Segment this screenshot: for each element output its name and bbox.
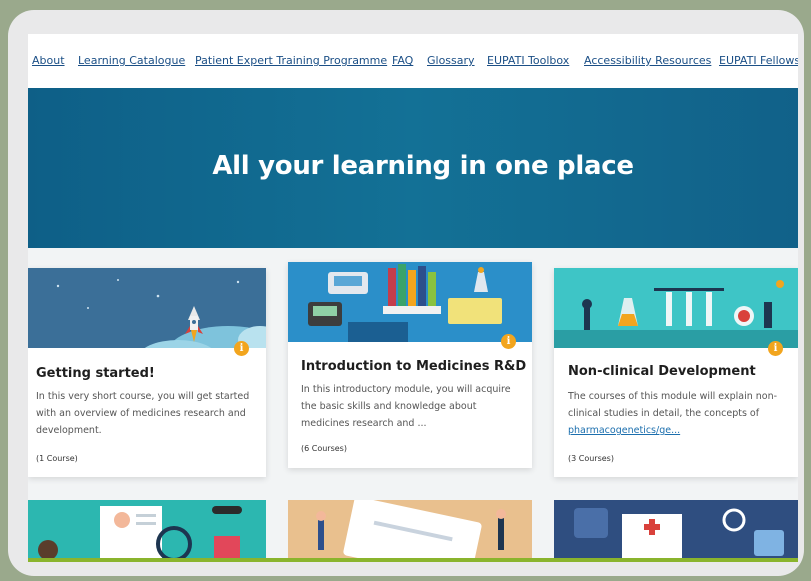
lab-equipment-illustration (288, 262, 532, 342)
card-title: Getting started! (36, 366, 155, 381)
health-records-illustration (28, 500, 266, 562)
browser-viewport: About Learning Catalogue Patient Expert … (28, 34, 798, 562)
medical-devices-illustration (554, 500, 798, 562)
card-title: Non-clinical Development (568, 364, 756, 379)
nav-link-faq[interactable]: FAQ (392, 54, 413, 67)
laboratory-illustration (554, 268, 798, 348)
nav-link-eupati-toolbox[interactable]: EUPATI Toolbox (487, 54, 569, 67)
card-description: In this very short course, you will get … (36, 391, 250, 436)
info-icon[interactable]: i (234, 341, 249, 356)
card-title: Introduction to Medicines R&D (301, 359, 527, 374)
card-course-count: (3 Courses) (568, 454, 614, 463)
hero-banner: All your learning in one place (28, 88, 798, 248)
course-card-non-clinical[interactable]: i Non-clinical Development The courses o… (554, 268, 798, 477)
rocket-illustration (28, 268, 266, 348)
top-nav: About Learning Catalogue Patient Expert … (28, 34, 798, 88)
card-description: The courses of this module will explain … (568, 391, 778, 436)
info-icon[interactable]: i (768, 341, 783, 356)
info-icon[interactable]: i (501, 334, 516, 349)
nav-link-learning-catalogue[interactable]: Learning Catalogue (78, 54, 185, 67)
nav-link-about[interactable]: About (32, 54, 65, 67)
card-description: In this introductory module, you will ac… (301, 384, 511, 429)
card-course-count: (1 Course) (36, 454, 78, 463)
nav-link-glossary[interactable]: Glossary (427, 54, 475, 67)
course-card-partial-3[interactable] (554, 500, 798, 562)
footer-accent-line (28, 558, 798, 562)
course-card-partial-2[interactable] (288, 500, 532, 562)
compliance-illustration (288, 500, 532, 562)
card-course-count: (6 Courses) (301, 444, 347, 453)
course-card-partial-1[interactable] (28, 500, 266, 562)
nav-link-eupati-fellows[interactable]: EUPATI Fellows (719, 54, 798, 67)
pharmacogenetics-link[interactable]: pharmacogenetics/ge... (568, 425, 680, 436)
hero-title: All your learning in one place (212, 151, 634, 181)
nav-link-patient-expert-training[interactable]: Patient Expert Training Programme (195, 54, 387, 67)
nav-link-accessibility-resources[interactable]: Accessibility Resources (584, 54, 711, 67)
course-card-getting-started[interactable]: i Getting started! In this very short co… (28, 268, 266, 477)
course-card-intro-medicines[interactable]: i Introduction to Medicines R&D In this … (288, 262, 532, 468)
